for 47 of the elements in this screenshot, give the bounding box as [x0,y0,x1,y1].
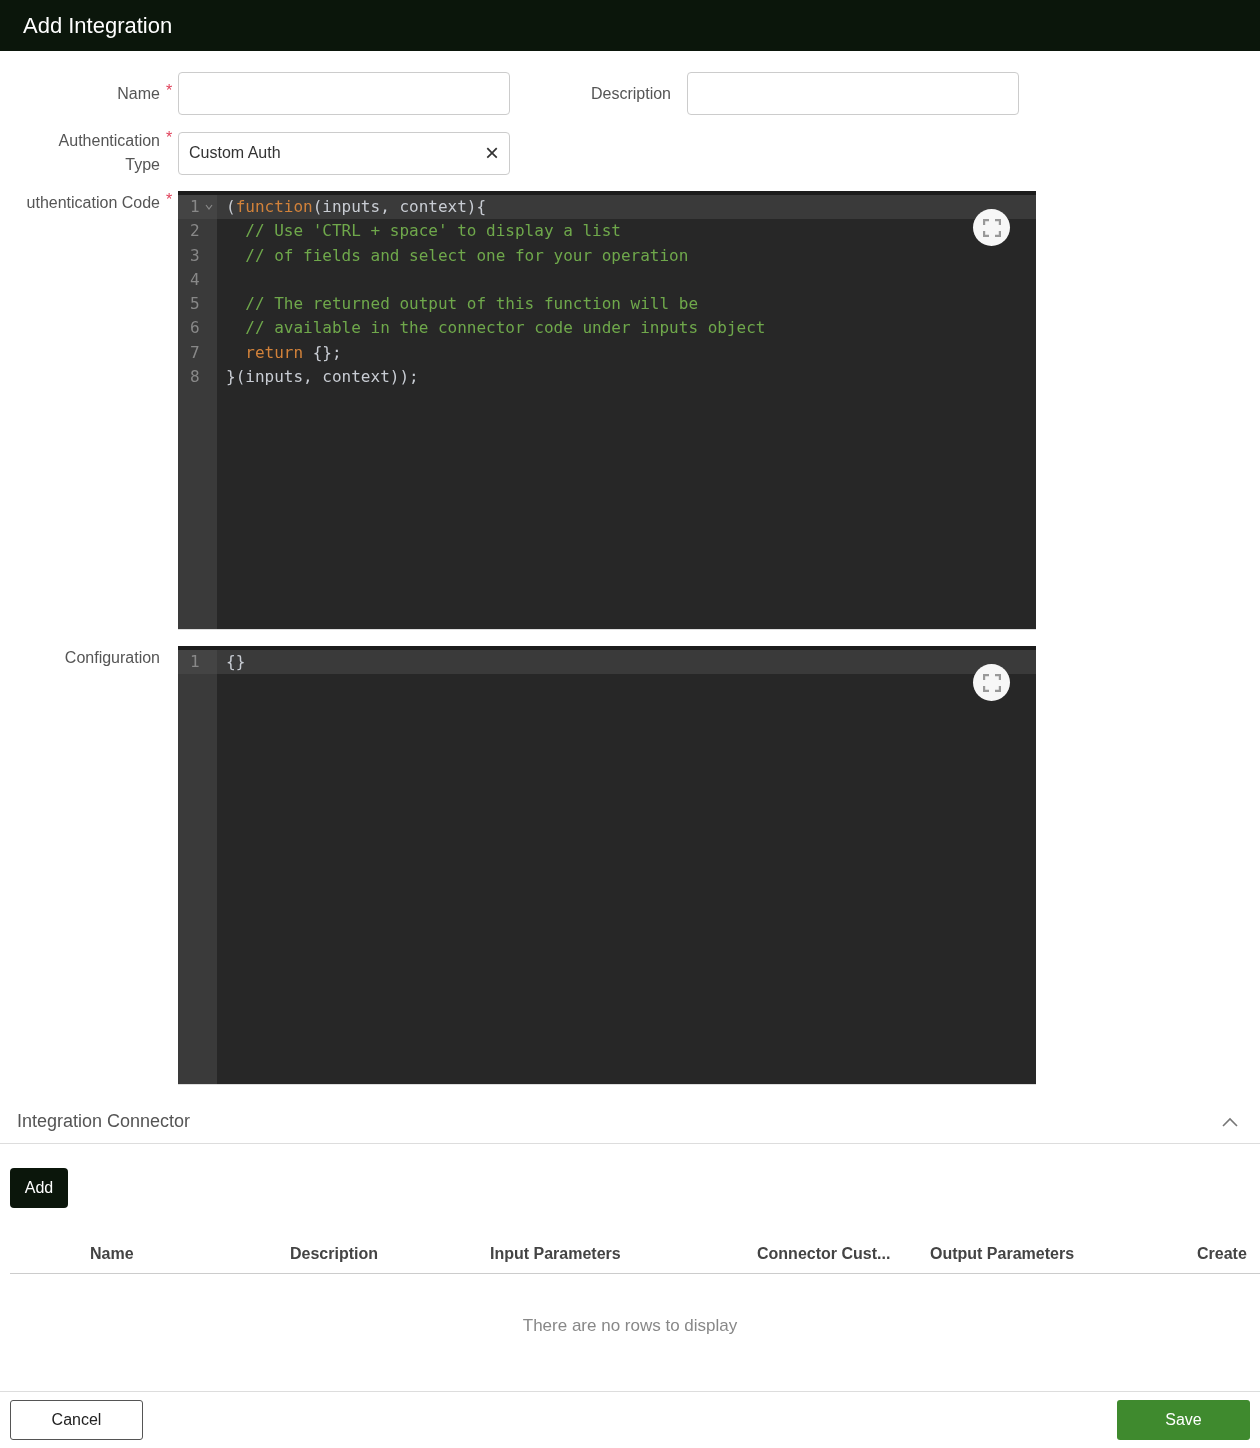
line-number: 7 [190,342,200,362]
line-number: 8 [190,367,200,387]
field-label: Configuration [64,648,160,668]
code-line: // of fields and select one for your operation [244,244,689,267]
field-label: Name [117,83,160,104]
line-number: 3 [190,245,200,265]
code-line: return {}; [244,341,342,364]
empty-message: There are no rows to display [521,1316,739,1336]
column-header[interactable]: Name [90,1244,290,1263]
required-marker: * [164,81,174,100]
code-editor[interactable]: 1 {} [178,646,1036,1085]
field-label: Description [589,84,672,103]
clear-button[interactable]: × [485,141,499,165]
line-number: 1 [190,652,200,671]
required-marker: * [164,191,174,209]
add-button[interactable]: Add [10,1168,68,1208]
save-button[interactable]: Save [1117,1400,1250,1440]
section-title: Integration Connector [17,1111,191,1132]
fullscreen-button[interactable] [973,209,1010,246]
window-title: Add Integration [23,12,173,39]
line-number: 1 [190,197,200,216]
line-number: 5 [190,294,200,314]
fullscreen-icon [982,673,1001,692]
code-line: {} [225,651,246,673]
auth-type-select[interactable]: Custom Auth × [178,131,510,175]
fullscreen-icon [982,218,1001,237]
column-header[interactable]: Connector Cust... [757,1244,930,1263]
code-line: // The returned output of this function will be [244,293,698,316]
required-marker: * [164,129,174,147]
field-label: Authentication Type [57,131,160,175]
line-number: 4 [190,269,200,289]
cancel-button[interactable]: Cancel [10,1400,143,1440]
column-header[interactable]: Input Parameters [490,1244,757,1263]
field-label: uthentication Code [26,193,160,213]
column-header[interactable]: Description [290,1244,490,1263]
line-number: 2 [190,221,200,241]
column-header[interactable]: Create [1197,1244,1260,1263]
fullscreen-button[interactable] [973,664,1010,701]
code-line: }(inputs, context)); [225,366,419,389]
code-line: // available in the connector code under inputs object [244,317,766,340]
line-number: 6 [190,318,200,338]
description-field[interactable] [687,72,1019,115]
code-line: // Use 'CTRL + space' to display a list [244,220,621,243]
name-field[interactable] [178,72,510,115]
column-header[interactable]: Output Parameters [930,1244,1197,1263]
code-line: (function(inputs, context){ [225,196,487,218]
collapse-chevron-icon[interactable] [1222,1116,1238,1127]
